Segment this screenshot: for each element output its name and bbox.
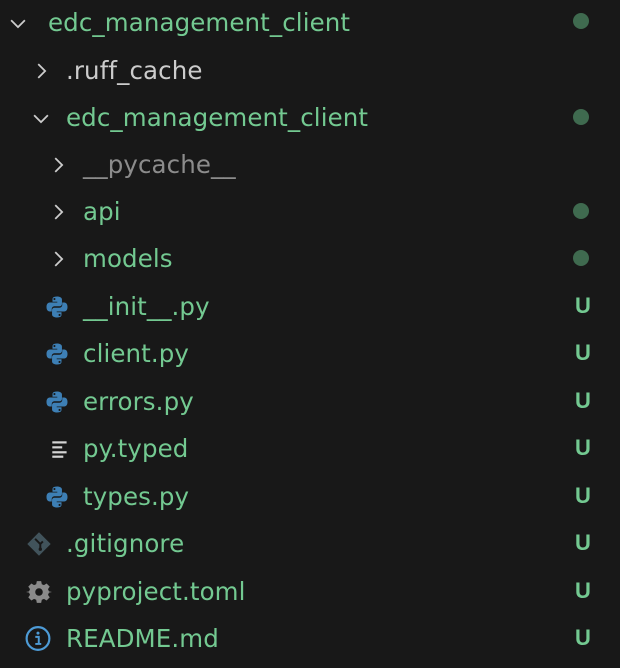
info-icon (25, 626, 51, 652)
gear-icon (26, 579, 52, 605)
tree-item-folder-edc-management-client[interactable]: edc_management_client (0, 94, 620, 141)
tree-item-folder-edc-management-client-root[interactable]: edc_management_client (0, 0, 620, 46)
tree-item-file-errors-py[interactable]: errors.py U (0, 378, 620, 425)
file-explorer-tree: edc_management_client .ruff_cache edc_ma… (0, 0, 620, 668)
tree-item-label: .ruff_cache (66, 56, 203, 85)
tree-item-label: client.py (83, 339, 190, 368)
tree-item-label: types.py (83, 482, 190, 511)
tree-item-label: edc_management_client (66, 103, 369, 132)
text-lines-icon (47, 436, 73, 462)
python-icon (44, 389, 70, 415)
untracked-badge: U (575, 340, 591, 365)
tree-item-folder-ruff-cache[interactable]: .ruff_cache (0, 47, 620, 94)
tree-item-file-py-typed[interactable]: py.typed U (0, 425, 620, 472)
tree-item-label: __init__.py (83, 292, 210, 321)
tree-item-file-gitignore[interactable]: .gitignore U (0, 520, 620, 567)
tree-item-label: __pycache__ (83, 150, 236, 179)
tree-item-label: models (83, 244, 173, 273)
chevron-right-icon[interactable] (46, 153, 70, 177)
tree-item-file-types-py[interactable]: types.py U (0, 473, 620, 520)
chevron-right-icon[interactable] (29, 59, 53, 83)
git-icon (26, 531, 52, 557)
modified-dot-badge (573, 13, 589, 29)
tree-item-folder-models[interactable]: models (0, 235, 620, 282)
untracked-badge: U (575, 578, 591, 603)
tree-item-file-pyproject-toml[interactable]: pyproject.toml U (0, 568, 620, 615)
python-icon (44, 294, 70, 320)
modified-dot-badge (573, 109, 589, 125)
tree-item-label: .gitignore (66, 529, 185, 558)
untracked-badge: U (575, 483, 591, 508)
tree-item-label: edc_management_client (48, 8, 351, 37)
modified-dot-badge (573, 203, 589, 219)
untracked-badge: U (575, 293, 591, 318)
tree-item-label: pyproject.toml (66, 577, 246, 606)
chevron-down-icon[interactable] (29, 106, 53, 130)
tree-item-file-client-py[interactable]: client.py U (0, 330, 620, 377)
tree-item-label: api (83, 197, 121, 226)
chevron-down-icon[interactable] (6, 11, 30, 35)
tree-item-label: py.typed (83, 434, 189, 463)
chevron-right-icon[interactable] (46, 200, 70, 224)
python-icon (44, 341, 70, 367)
tree-item-file-readme-md[interactable]: README.md U (0, 615, 620, 662)
untracked-badge: U (575, 435, 591, 460)
untracked-badge: U (575, 388, 591, 413)
tree-item-folder-api[interactable]: api (0, 188, 620, 235)
untracked-badge: U (575, 625, 591, 650)
untracked-badge: U (575, 530, 591, 555)
python-icon (44, 484, 70, 510)
modified-dot-badge (573, 250, 589, 266)
chevron-right-icon[interactable] (46, 247, 70, 271)
tree-item-file-init-py[interactable]: __init__.py U (0, 283, 620, 330)
tree-item-folder-pycache[interactable]: __pycache__ (0, 141, 620, 188)
tree-item-label: errors.py (83, 387, 194, 416)
tree-item-label: README.md (66, 624, 219, 653)
